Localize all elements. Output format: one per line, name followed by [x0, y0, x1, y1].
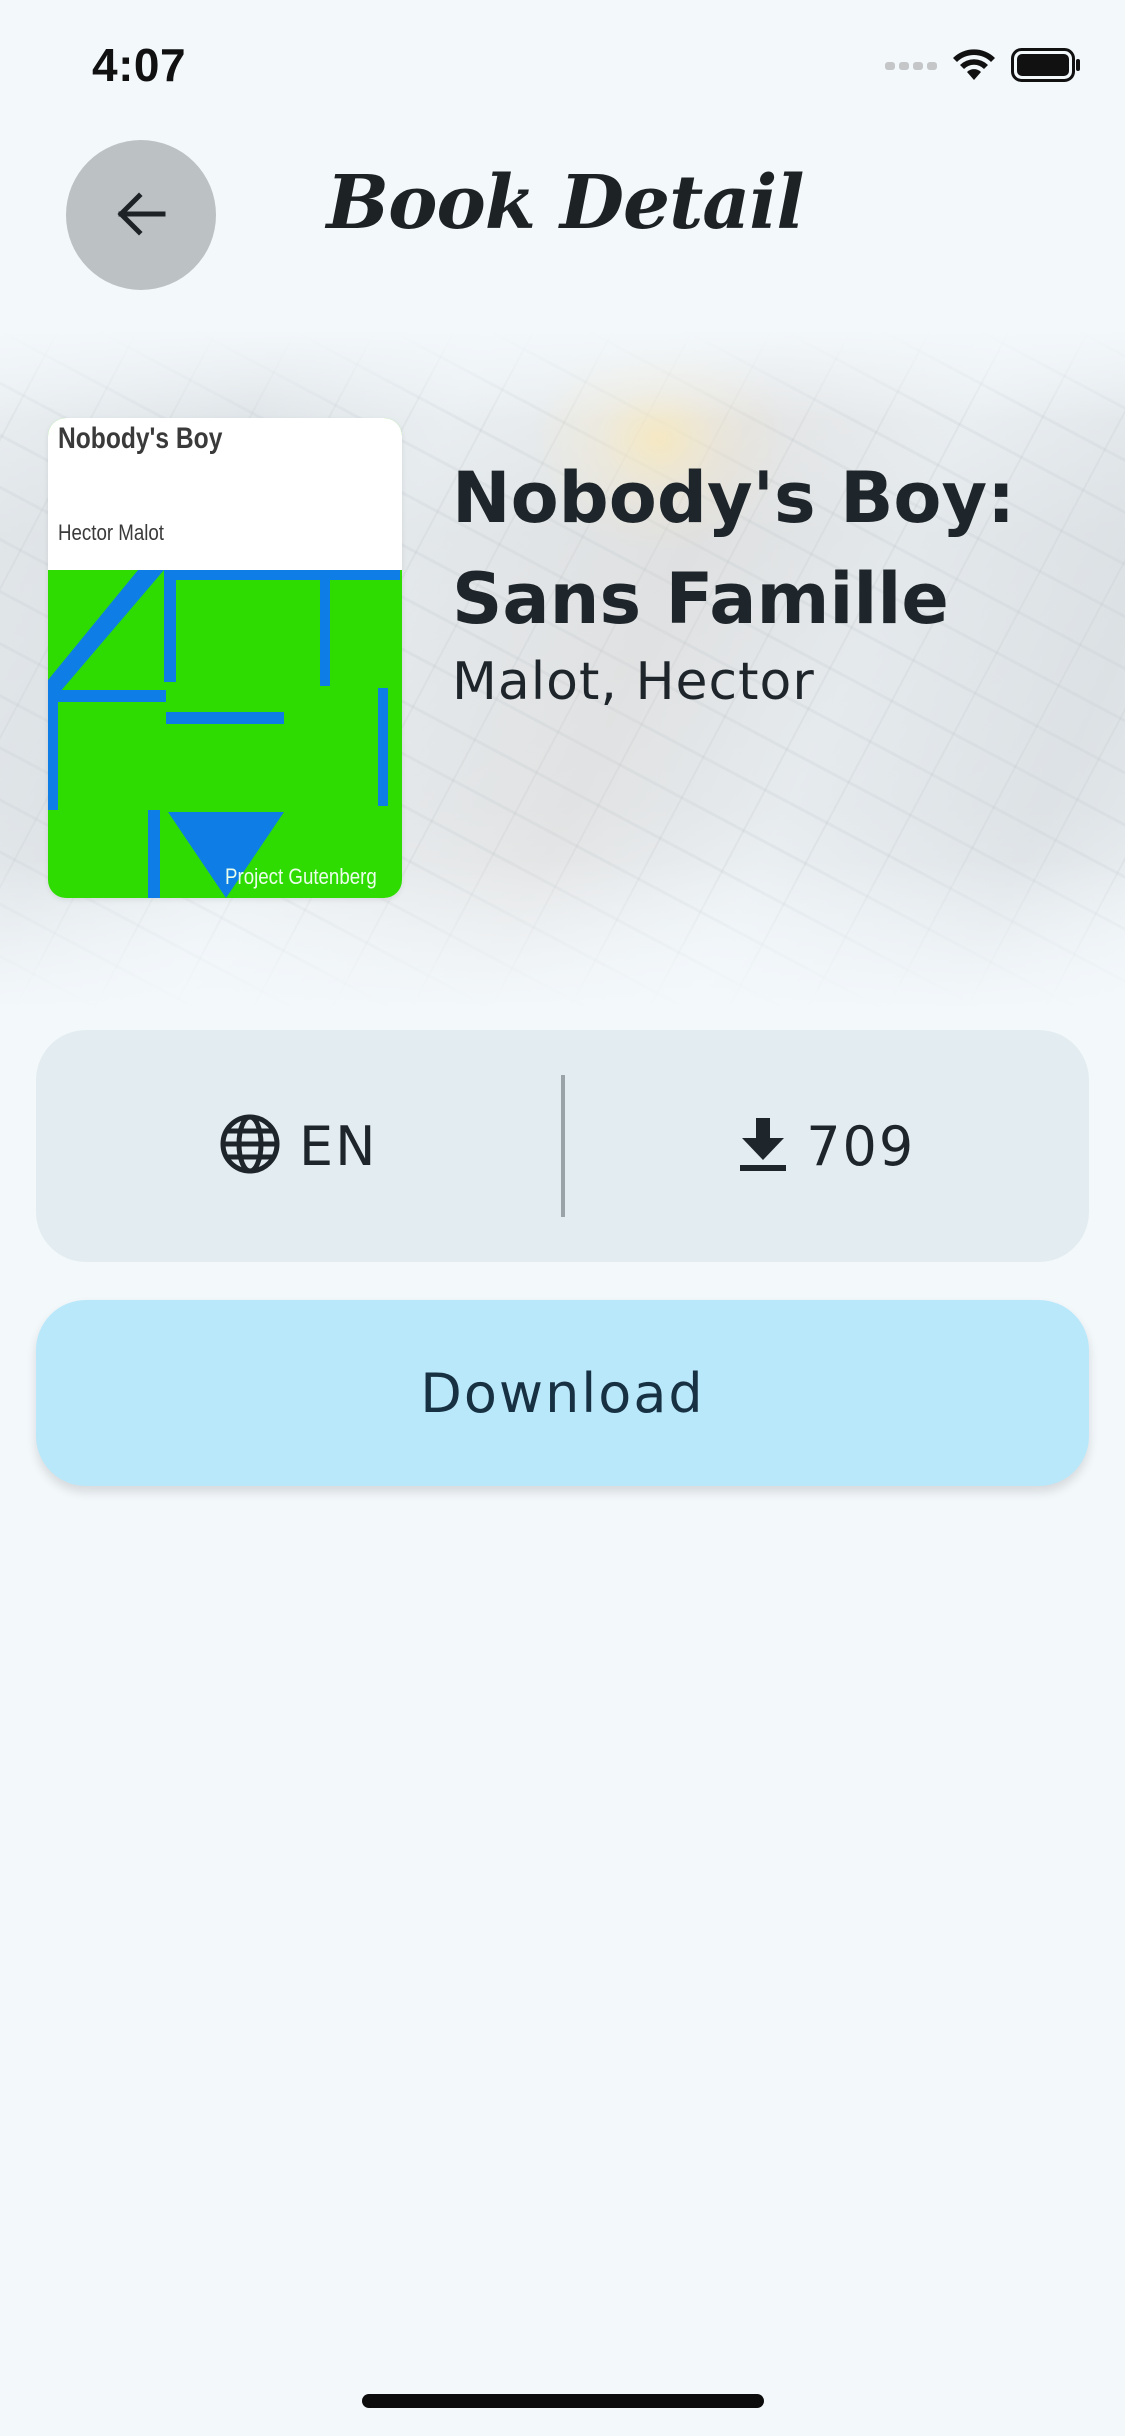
cover-author: Hector Malot	[58, 520, 165, 545]
back-button[interactable]	[66, 140, 216, 290]
downloads-count: 709	[806, 1114, 916, 1178]
download-button[interactable]: Download	[36, 1300, 1089, 1486]
status-bar: 4:07	[0, 0, 1125, 130]
book-author: Malot, Hector	[452, 652, 815, 712]
cover-art	[48, 570, 400, 898]
downloads-info: 709	[565, 1030, 1090, 1262]
status-time: 4:07	[92, 39, 187, 91]
book-title: Nobody's Boy: Sans Famille	[452, 457, 1016, 640]
arrow-left-icon	[111, 184, 171, 247]
wifi-icon	[951, 48, 997, 86]
book-info-card: EN 709	[36, 1030, 1089, 1262]
cover-publisher: Project Gutenberg	[225, 864, 377, 889]
book-cover: Nobody's Boy Hector Malot Project Gutenb…	[48, 418, 402, 898]
status-icons	[885, 48, 1081, 86]
language-value: EN	[298, 1114, 378, 1178]
download-button-label: Download	[420, 1361, 705, 1425]
battery-icon	[1011, 48, 1081, 86]
language-info: EN	[36, 1030, 561, 1262]
page-title: Book Detail	[326, 160, 805, 246]
home-indicator[interactable]	[362, 2394, 764, 2408]
download-icon	[738, 1116, 788, 1176]
globe-icon	[219, 1113, 281, 1179]
cellular-signal-icon	[885, 58, 937, 77]
cover-title: Nobody's Boy	[58, 422, 223, 455]
